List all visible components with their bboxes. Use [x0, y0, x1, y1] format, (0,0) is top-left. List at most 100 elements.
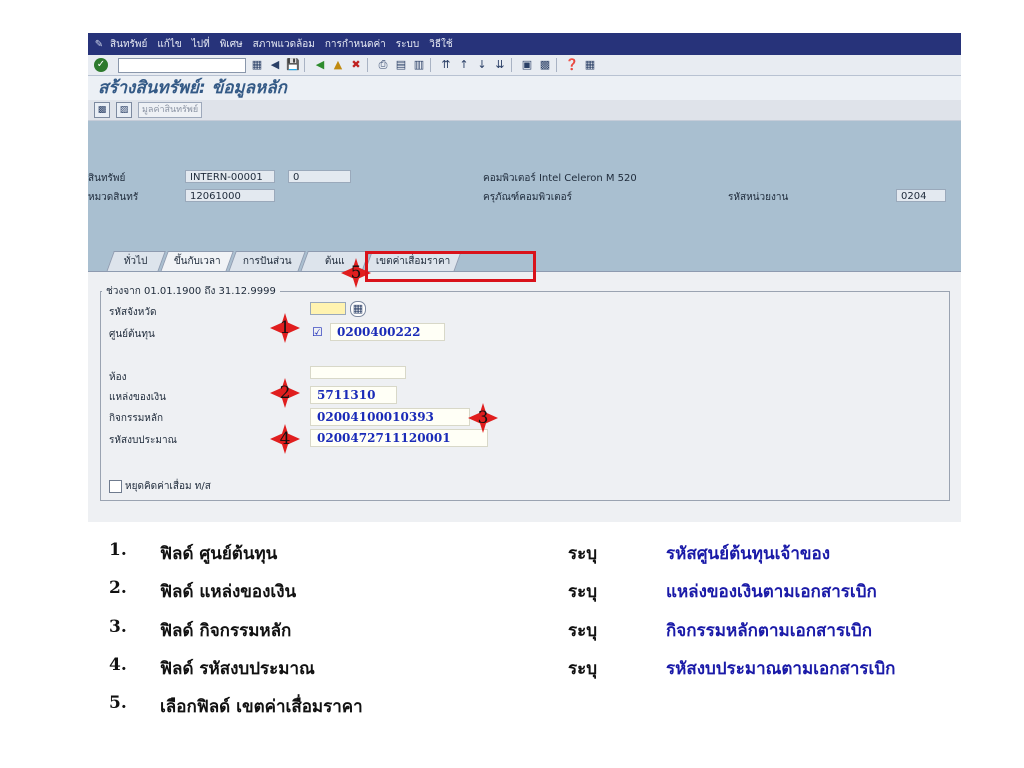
- menu-settings[interactable]: การกำหนดค่า: [325, 37, 386, 52]
- main-activity-label: กิจกรรมหลัก: [109, 413, 164, 424]
- instruction-number: 3.: [109, 617, 127, 637]
- stop-depreciation-checkbox[interactable]: [109, 480, 122, 493]
- budget-code-label: รหัสงบประมาณ: [109, 435, 177, 446]
- marker-number: 2: [279, 383, 291, 403]
- plant-input[interactable]: [310, 302, 346, 315]
- plant-label: รหัสจังหวัด: [109, 307, 157, 318]
- cost-center-label: ศูนย์ต้นทุน: [109, 329, 155, 340]
- instruction-verb: ระบุ: [568, 621, 598, 641]
- asset-class-description: ครุภัณฑ์คอมพิวเตอร์: [483, 192, 573, 203]
- toolbar-separator: [556, 58, 557, 72]
- instruction-label: ฟิลด์ แหล่งของเงิน: [160, 582, 297, 602]
- instruction-verb: ระบุ: [568, 544, 598, 564]
- menu-goto[interactable]: ไปที่: [192, 37, 210, 52]
- tab-time-dependent[interactable]: ขึ้นกับเวลา: [160, 251, 234, 272]
- tab-general-label: ทั่วไป: [124, 256, 148, 267]
- layout-menu-icon[interactable]: ▦: [583, 58, 597, 72]
- marker-number: 4: [279, 429, 291, 449]
- asset-subnumber-field: 0: [288, 170, 351, 183]
- instruction-label: เลือกฟิลด์ เขตค่าเสื่อมราคา: [160, 697, 363, 717]
- main-activity-input[interactable]: 02004100010393: [310, 408, 470, 426]
- cost-center-checkmark-icon: ☑: [312, 325, 323, 339]
- instruction-label: ฟิลด์ ศูนย์ต้นทุน: [160, 544, 278, 564]
- command-field[interactable]: [118, 57, 246, 73]
- command-dropdown-icon[interactable]: ▦: [250, 58, 264, 72]
- shortcut-icon[interactable]: ▩: [538, 58, 552, 72]
- last-page-icon[interactable]: ⇊: [493, 58, 507, 72]
- marker-4: 4: [270, 424, 300, 454]
- instruction-label: ฟิลด์ รหัสงบประมาณ: [160, 659, 315, 679]
- next-page-icon[interactable]: ↓: [475, 58, 489, 72]
- back-icon[interactable]: ◀: [313, 58, 327, 72]
- fund-label: แหล่งของเงิน: [109, 392, 166, 403]
- highlight-depreciation-tab: [365, 251, 536, 282]
- previous-page-icon[interactable]: ↑: [457, 58, 471, 72]
- cancel-icon[interactable]: ✖: [349, 58, 363, 72]
- tab-allocations-label: การปันส่วน: [242, 256, 292, 267]
- marker-number: 1: [279, 318, 291, 338]
- new-session-icon[interactable]: ▣: [520, 58, 534, 72]
- tab-time-dependent-label: ขึ้นกับเวลา: [173, 256, 221, 267]
- instruction-label: ฟิลด์ กิจกรรมหลัก: [160, 621, 292, 641]
- plant-search-help-icon[interactable]: ▦: [350, 301, 366, 317]
- instruction-number: 1.: [109, 540, 127, 560]
- asset-number-field: INTERN-00001: [185, 170, 275, 183]
- instruction-value: กิจกรรมหลักตามเอกสารเบิก: [666, 621, 872, 641]
- tab-allocations[interactable]: การปันส่วน: [228, 251, 306, 272]
- group-title: ช่วงจาก 01.01.1900 ถึง 31.12.9999: [102, 284, 280, 299]
- fund-input[interactable]: 5711310: [310, 386, 397, 404]
- exit-icon[interactable]: ▲: [331, 58, 345, 72]
- marker-3: 3: [468, 403, 498, 433]
- stop-depreciation-label: หยุดคิดค่าเสื่อม ท/ส: [125, 481, 211, 492]
- cost-center-input[interactable]: 0200400222: [330, 323, 445, 341]
- asset-icon[interactable]: ▨: [116, 102, 132, 118]
- page-title: สร้างสินทรัพย์: ข้อมูลหลัก: [88, 76, 961, 100]
- sap-logo-icon: ✎: [94, 38, 104, 50]
- instruction-number: 5.: [109, 693, 127, 713]
- first-page-icon[interactable]: ⇈: [439, 58, 453, 72]
- instruction-number: 2.: [109, 578, 127, 598]
- menu-edit[interactable]: แก้ไข: [157, 37, 181, 52]
- save-icon[interactable]: 💾: [286, 58, 300, 72]
- application-toolbar: ▩ ▨ มูลค่าสินทรัพย์: [88, 100, 961, 121]
- master-data-icon[interactable]: ▩: [94, 102, 110, 118]
- menu-extras[interactable]: พิเศษ: [220, 37, 243, 52]
- company-code-field: 0204: [896, 189, 946, 202]
- menu-system[interactable]: ระบบ: [396, 37, 419, 52]
- help-icon[interactable]: ❓: [565, 58, 579, 72]
- budget-code-input[interactable]: 0200472711120001: [310, 429, 488, 447]
- toolbar-separator: [511, 58, 512, 72]
- menu-bar: ✎ สินทรัพย์ แก้ไข ไปที่ พิเศษ สภาพแวดล้อ…: [88, 33, 961, 55]
- instruction-verb: ระบุ: [568, 582, 598, 602]
- menu-environment[interactable]: สภาพแวดล้อม: [253, 37, 315, 52]
- toolbar-separator: [304, 58, 305, 72]
- back-arrow-icon[interactable]: ◀: [268, 58, 282, 72]
- find-next-icon[interactable]: ▥: [412, 58, 426, 72]
- time-dependent-group: [100, 291, 950, 501]
- marker-number: 3: [477, 408, 489, 428]
- instruction-value: แหล่งของเงินตามเอกสารเบิก: [666, 582, 877, 602]
- toolbar-separator: [430, 58, 431, 72]
- print-icon[interactable]: ⎙: [376, 58, 390, 72]
- asset-class-label: หมวดสินทรั: [88, 192, 139, 203]
- instruction-verb: ระบุ: [568, 659, 598, 679]
- find-icon[interactable]: ▤: [394, 58, 408, 72]
- asset-label: สินทรัพย์: [88, 173, 126, 184]
- menu-asset[interactable]: สินทรัพย์: [110, 37, 147, 52]
- marker-1: 1: [270, 313, 300, 343]
- instruction-value: รหัสศูนย์ต้นทุนเจ้าของ: [666, 544, 831, 564]
- room-input[interactable]: [310, 366, 406, 379]
- asset-value-button[interactable]: มูลค่าสินทรัพย์: [138, 102, 203, 118]
- system-toolbar: ✓ ▦ ◀ 💾 ◀ ▲ ✖ ⎙ ▤ ▥ ⇈ ↑ ↓ ⇊ ▣ ▩ ❓ ▦: [88, 55, 961, 76]
- marker-2: 2: [270, 378, 300, 408]
- toolbar-separator: [367, 58, 368, 72]
- instruction-value: รหัสงบประมาณตามเอกสารเบิก: [666, 659, 896, 679]
- asset-class-field: 12061000: [185, 189, 275, 202]
- asset-description: คอมพิวเตอร์ Intel Celeron M 520: [483, 173, 637, 184]
- tab-general[interactable]: ทั่วไป: [106, 251, 166, 272]
- room-label: ห้อง: [109, 372, 127, 383]
- menu-help[interactable]: วิธีใช้: [429, 37, 452, 52]
- company-code-label: รหัสหน่วยงาน: [728, 192, 789, 203]
- enter-icon[interactable]: ✓: [94, 58, 108, 72]
- instruction-number: 4.: [109, 655, 127, 675]
